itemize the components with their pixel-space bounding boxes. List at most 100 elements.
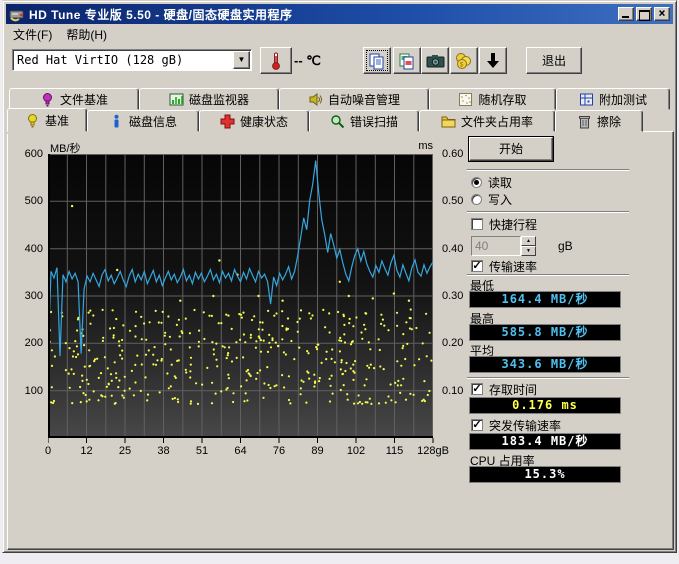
tab-random-access[interactable]: 随机存取 (429, 88, 556, 110)
copy-image-button[interactable] (393, 47, 421, 74)
access-time-display: 0.176 ms (469, 397, 621, 414)
drive-select[interactable]: Red Hat VirtIO (128 gB) ▼ (12, 49, 252, 71)
health-cross-icon (220, 114, 235, 129)
info-icon (109, 114, 124, 129)
disk-monitor-icon (169, 92, 184, 107)
short-stroke-checkbox[interactable]: 快捷行程 (471, 217, 537, 231)
axis-tick-label: 100 (13, 385, 43, 397)
tab-erase[interactable]: 擦除 (555, 110, 643, 132)
temperature-button[interactable] (260, 47, 292, 74)
write-mode-radio[interactable]: 写入 (471, 192, 512, 206)
tab-label: 磁盘信息 (129, 113, 177, 130)
tab-folder-usage[interactable]: 文件夹占用率 (419, 110, 555, 132)
checkbox-checked-icon[interactable]: ✓ (471, 383, 483, 395)
chevron-down-icon[interactable]: ▼ (233, 51, 250, 69)
right-axis-unit: ms (401, 140, 433, 152)
checkbox-unchecked-icon[interactable] (471, 218, 483, 230)
drive-select-value: Red Hat VirtIO (128 gB) (13, 53, 233, 67)
speaker-icon (308, 92, 323, 107)
toolbar: Red Hat VirtIO (128 gB) ▼ -- ℃ (6, 45, 673, 81)
axis-tick-label: 89 (296, 445, 340, 457)
start-button[interactable]: 开始 (469, 137, 553, 161)
benchmark-icon (25, 113, 40, 128)
temperature-unit: ℃ (306, 53, 321, 68)
axis-tick-label: 64 (219, 445, 263, 457)
radio-unselected-icon[interactable] (471, 194, 482, 205)
tab-label: 文件夹占用率 (461, 113, 533, 130)
read-mode-radio[interactable]: 读取 (471, 175, 512, 189)
transfer-rate-checkbox[interactable]: ✓ 传输速率 (471, 259, 537, 273)
copy-text-button[interactable] (363, 47, 391, 74)
app-icon (9, 6, 25, 22)
tab-extra-tests[interactable]: 附加测试 (556, 88, 670, 110)
camera-icon (426, 53, 445, 69)
short-stroke-input[interactable]: 40 (471, 236, 521, 256)
tab-error-scan[interactable]: 错误扫描 (309, 110, 419, 132)
tab-file-benchmark[interactable]: 文件基准 (9, 88, 139, 110)
axis-tick-label: 500 (13, 195, 43, 207)
tab-disk-monitor[interactable]: 磁盘监视器 (139, 88, 279, 110)
read-mode-label: 读取 (488, 174, 512, 191)
burst-rate-display: 183.4 MB/秒 (469, 433, 621, 450)
benchmark-plot (48, 154, 435, 446)
tab-benchmark[interactable]: 基准 (7, 108, 87, 132)
random-access-icon (458, 92, 473, 107)
separator (467, 274, 629, 276)
spin-up-button[interactable]: ▲ (521, 236, 536, 246)
tab-label: 随机存取 (478, 91, 526, 108)
menu-file[interactable]: 文件(F) (6, 24, 59, 45)
tab-label: 基准 (45, 112, 69, 129)
tab-label: 文件基准 (60, 91, 108, 108)
tab-label: 错误扫描 (350, 113, 398, 130)
tab-label: 附加测试 (599, 91, 647, 108)
hdtune-window: HD Tune 专业版 5.50 - 硬盘/固态硬盘实用程序 文件(F) 帮助(… (2, 0, 677, 553)
burst-rate-label: 突发传输速率 (489, 417, 561, 434)
spin-down-button[interactable]: ▼ (521, 246, 536, 256)
trash-icon (577, 114, 592, 129)
tab-row-back: 文件基准 磁盘监视器 自动噪音管理 随机存取 附加测试 (9, 88, 670, 110)
benchmark-options-panel: 开始 读取 写入 快捷行程 40 ▲ ▼ gB ✓ 传输速率 (461, 131, 673, 531)
temperature-readout: -- ℃ (294, 53, 321, 69)
short-stroke-unit: gB (558, 239, 573, 253)
save-results-button[interactable] (479, 47, 507, 74)
maximize-button[interactable] (636, 7, 652, 21)
axis-tick-label: 12 (65, 445, 109, 457)
separator (467, 211, 629, 213)
menu-help[interactable]: 帮助(H) (59, 24, 114, 45)
donate-button[interactable]: $ (450, 47, 478, 74)
magnifier-icon (330, 114, 345, 129)
burst-rate-checkbox[interactable]: ✓ 突发传输速率 (471, 418, 561, 432)
titlebar[interactable]: HD Tune 专业版 5.50 - 硬盘/固态硬盘实用程序 (6, 4, 673, 24)
checkbox-checked-icon[interactable]: ✓ (471, 419, 483, 431)
tab-label: 自动噪音管理 (328, 91, 400, 108)
radio-selected-icon[interactable] (471, 177, 482, 188)
exit-button[interactable]: 退出 (526, 47, 582, 74)
tab-label: 健康状态 (240, 113, 288, 130)
tab-disk-info[interactable]: 磁盘信息 (87, 110, 199, 132)
cpu-usage-display: 15.3% (469, 466, 621, 483)
start-button-label: 开始 (499, 142, 523, 156)
axis-tick-label: 51 (180, 445, 224, 457)
menubar: 文件(F) 帮助(H) (6, 25, 673, 44)
down-arrow-icon (485, 52, 501, 70)
exit-button-label: 退出 (542, 52, 566, 69)
tab-label: 磁盘监视器 (189, 91, 249, 108)
tab-row-front: 基准 磁盘信息 健康状态 错误扫描 文件夹占用率 擦除 (7, 110, 670, 132)
minimize-button[interactable] (618, 7, 634, 21)
axis-tick-label: 102 (334, 445, 378, 457)
short-stroke-label: 快捷行程 (489, 216, 537, 233)
benchmark-plot-svg (48, 154, 435, 446)
tab-health[interactable]: 健康状态 (199, 110, 309, 132)
axis-tick-label: 76 (257, 445, 301, 457)
checkbox-checked-icon[interactable]: ✓ (471, 260, 483, 272)
close-button[interactable] (654, 7, 670, 21)
access-time-checkbox[interactable]: ✓ 存取时间 (471, 382, 537, 396)
screenshot-button[interactable] (421, 47, 449, 74)
access-time-label: 存取时间 (489, 381, 537, 398)
tab-aam[interactable]: 自动噪音管理 (279, 88, 429, 110)
coins-icon: $ (455, 52, 473, 70)
axis-tick-label: 200 (13, 337, 43, 349)
axis-tick-label: 600 (13, 148, 43, 160)
transfer-rate-label: 传输速率 (489, 258, 537, 275)
write-mode-label: 写入 (488, 191, 512, 208)
